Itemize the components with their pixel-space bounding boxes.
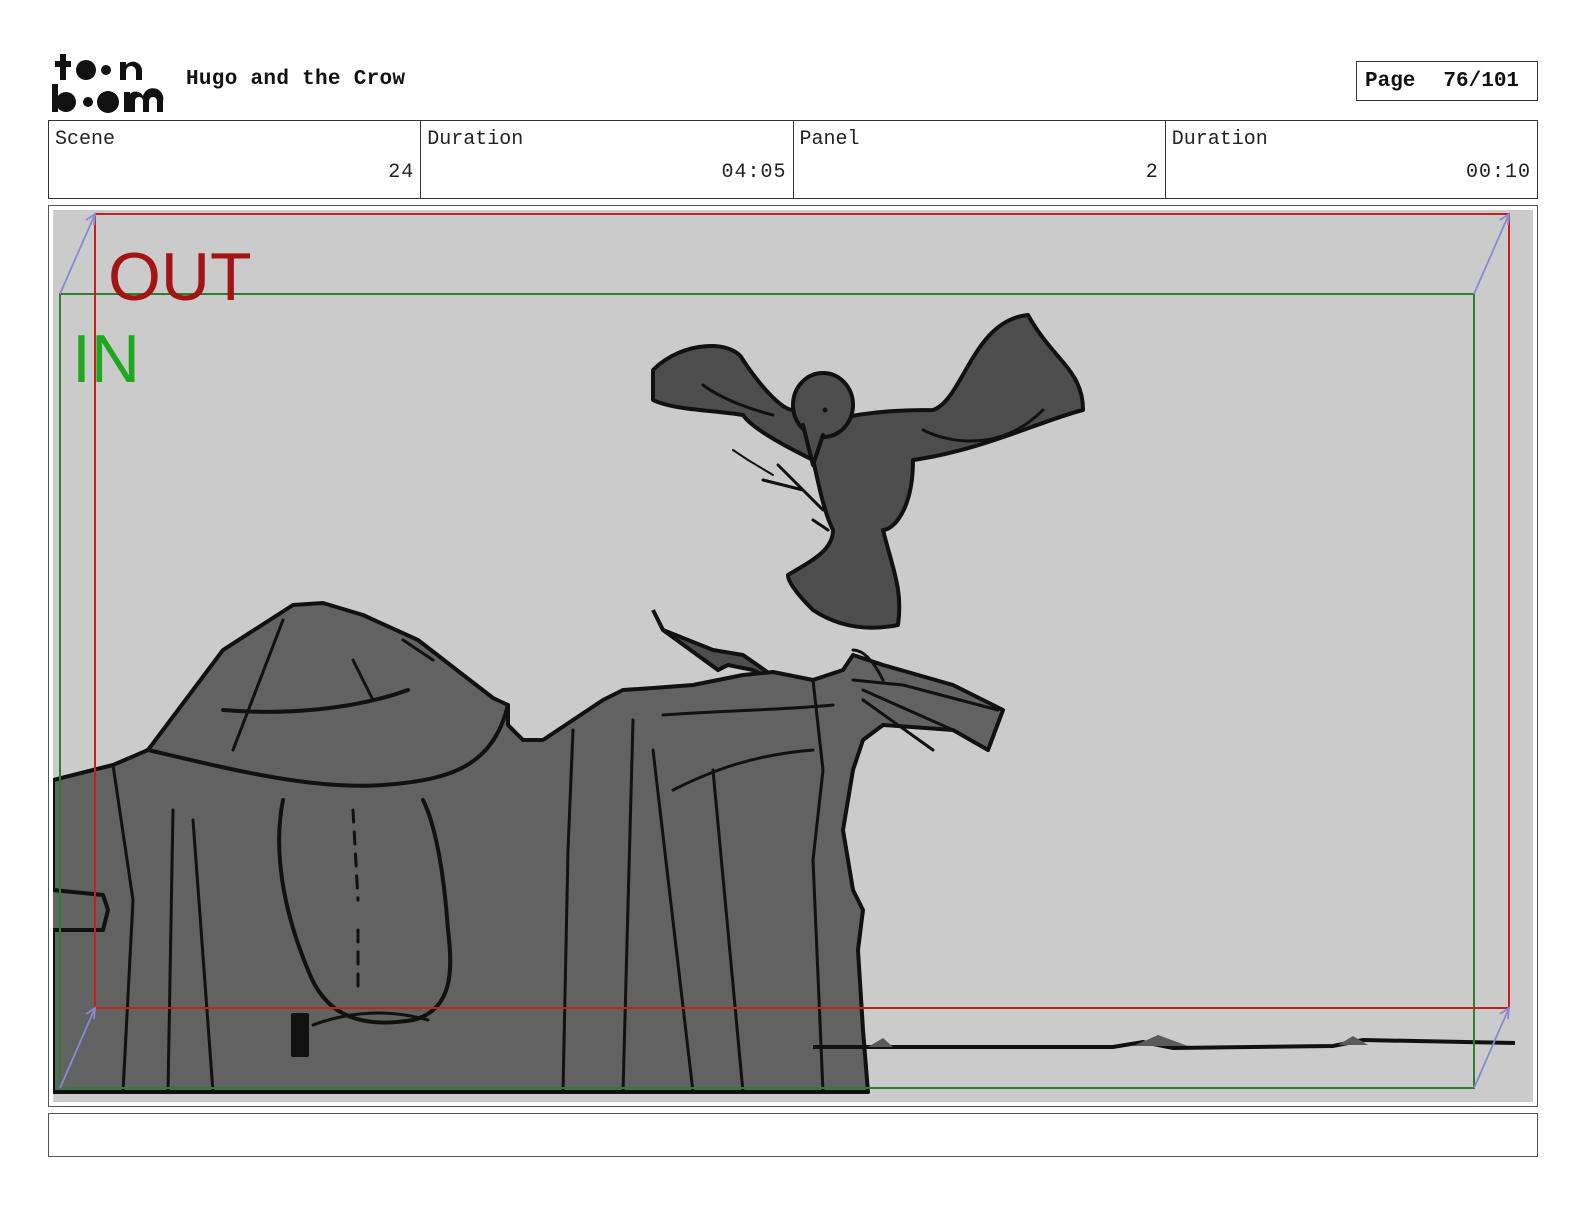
page-indicator: Page 76/101 [1356, 61, 1538, 101]
panel-duration-value: 00:10 [1465, 161, 1531, 184]
in-label: IN [72, 321, 140, 397]
panel-duration-label: Duration [1171, 128, 1268, 151]
scene-cell: Scene 24 [49, 121, 422, 198]
panel-cell: Panel 2 [794, 121, 1166, 198]
panel-drawing: OUT IN [53, 210, 1533, 1102]
panel-duration-cell: Duration 00:10 [1166, 121, 1537, 198]
panel-value: 2 [1145, 161, 1159, 184]
project-title: Hugo and the Crow [186, 68, 406, 91]
page-number: 76/101 [1443, 69, 1520, 93]
scene-duration-cell: Duration 04:05 [421, 121, 794, 198]
scene-duration-value: 04:05 [721, 161, 787, 184]
scene-info-table: Scene 24 Duration 04:05 Panel 2 Duration… [48, 120, 1538, 199]
scene-label: Scene [55, 128, 116, 151]
out-label: OUT [108, 239, 252, 315]
storyboard-panel: OUT IN [48, 205, 1538, 1107]
scene-duration-label: Duration [427, 128, 524, 151]
toon-boom-logo-icon [52, 54, 164, 113]
caption-box[interactable] [48, 1113, 1538, 1157]
scene-value: 24 [388, 161, 415, 184]
toon-boom-logo [50, 50, 166, 114]
panel-label: Panel [799, 128, 860, 151]
page-label: Page [1365, 69, 1416, 93]
